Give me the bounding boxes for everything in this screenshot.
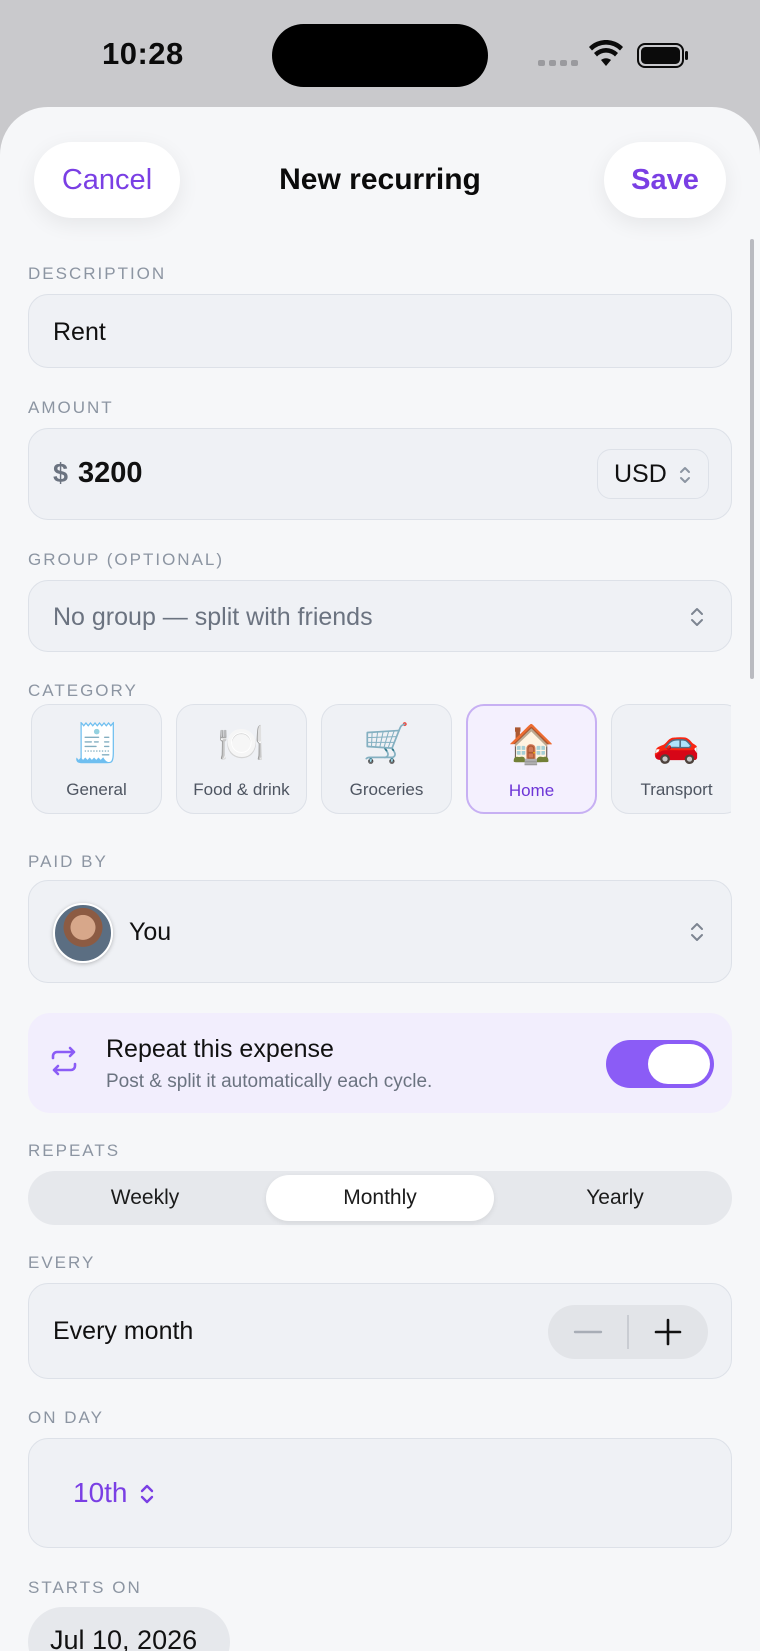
start-date-picker[interactable]: Jul 10, 2026 xyxy=(28,1607,230,1651)
nav-bar: Cancel New recurring Save xyxy=(0,107,760,227)
category-general[interactable]: 🧾 General xyxy=(31,704,162,814)
save-button[interactable]: Save xyxy=(604,142,726,218)
house-icon: 🏠 xyxy=(507,724,556,766)
status-bar: 10:28 xyxy=(0,0,760,108)
amount-field[interactable]: $ 3200 USD xyxy=(28,428,732,520)
repeat-subtitle: Post & split it automatically each cycle… xyxy=(106,1071,433,1092)
paid-by-value: You xyxy=(129,918,172,946)
category-food-drink[interactable]: 🍽️ Food & drink xyxy=(176,704,307,814)
interval-stepper xyxy=(548,1305,708,1359)
status-time: 10:28 xyxy=(102,36,184,71)
category-name: Transport xyxy=(640,780,713,799)
chevron-updown-icon xyxy=(691,608,703,626)
chevron-updown-icon xyxy=(140,1484,154,1504)
category-name: Groceries xyxy=(349,780,424,799)
receipt-icon: 🧾 xyxy=(72,723,121,765)
category-name: Food & drink xyxy=(193,780,290,799)
currency-value: USD xyxy=(614,459,667,488)
toggle-knob xyxy=(648,1044,710,1084)
segment-yearly[interactable]: Yearly xyxy=(498,1171,732,1225)
repeat-toggle[interactable] xyxy=(606,1040,714,1088)
minus-icon[interactable] xyxy=(548,1305,628,1359)
paid-by-label: PAID BY xyxy=(28,852,108,871)
segment-monthly[interactable]: Monthly xyxy=(266,1175,494,1221)
repeat-title: Repeat this expense xyxy=(106,1035,334,1063)
chevron-updown-icon xyxy=(691,923,703,941)
category-name: General xyxy=(66,780,127,799)
battery-icon xyxy=(637,43,688,68)
plus-icon[interactable] xyxy=(628,1305,708,1359)
cellular-signal-icon xyxy=(538,60,578,66)
amount-value: 3200 xyxy=(78,457,143,489)
group-label: GROUP (OPTIONAL) xyxy=(28,550,225,569)
amount-label: AMOUNT xyxy=(28,398,114,417)
day-picker[interactable]: 10th xyxy=(73,1477,128,1509)
category-list: 🧾 General 🍽️ Food & drink 🛒 Groceries 🏠 … xyxy=(31,704,731,816)
segment-weekly[interactable]: Weekly xyxy=(28,1171,262,1225)
shopping-cart-icon: 🛒 xyxy=(362,723,411,765)
description-field[interactable]: Rent xyxy=(28,294,732,368)
repeats-label: REPEATS xyxy=(28,1141,121,1160)
car-icon: 🚗 xyxy=(652,723,701,765)
chevron-updown-icon xyxy=(680,467,690,483)
starts-on-label: STARTS ON xyxy=(28,1578,142,1597)
description-value: Rent xyxy=(53,318,106,346)
currency-symbol: $ xyxy=(53,458,69,488)
on-day-field: 10th xyxy=(28,1438,732,1548)
every-value: Every month xyxy=(53,1317,194,1345)
description-label: DESCRIPTION xyxy=(28,264,167,283)
category-name: Home xyxy=(508,781,555,800)
currency-select[interactable]: USD xyxy=(597,449,709,499)
plate-icon: 🍽️ xyxy=(217,723,266,765)
paid-by-select[interactable]: You xyxy=(28,880,732,983)
dynamic-island xyxy=(272,24,488,87)
every-field: Every month xyxy=(28,1283,732,1379)
repeat-icon xyxy=(51,1046,77,1076)
category-groceries[interactable]: 🛒 Groceries xyxy=(321,704,452,814)
avatar xyxy=(53,903,113,963)
category-home[interactable]: 🏠 Home xyxy=(466,704,597,814)
category-label: CATEGORY xyxy=(28,681,138,700)
group-select[interactable]: No group — split with friends xyxy=(28,580,732,652)
group-value: No group — split with friends xyxy=(53,603,373,631)
scrollbar[interactable] xyxy=(750,239,754,679)
category-transport[interactable]: 🚗 Transport xyxy=(611,704,731,814)
repeats-segmented-control: Weekly Monthly Yearly xyxy=(28,1171,732,1225)
repeat-expense-card: Repeat this expense Post & split it auto… xyxy=(28,1013,732,1113)
wifi-icon xyxy=(589,40,623,66)
on-day-label: ON DAY xyxy=(28,1408,104,1427)
every-label: EVERY xyxy=(28,1253,96,1272)
start-date-value: Jul 10, 2026 xyxy=(50,1625,198,1651)
new-recurring-sheet: Cancel New recurring Save DESCRIPTION Re… xyxy=(0,107,760,1651)
